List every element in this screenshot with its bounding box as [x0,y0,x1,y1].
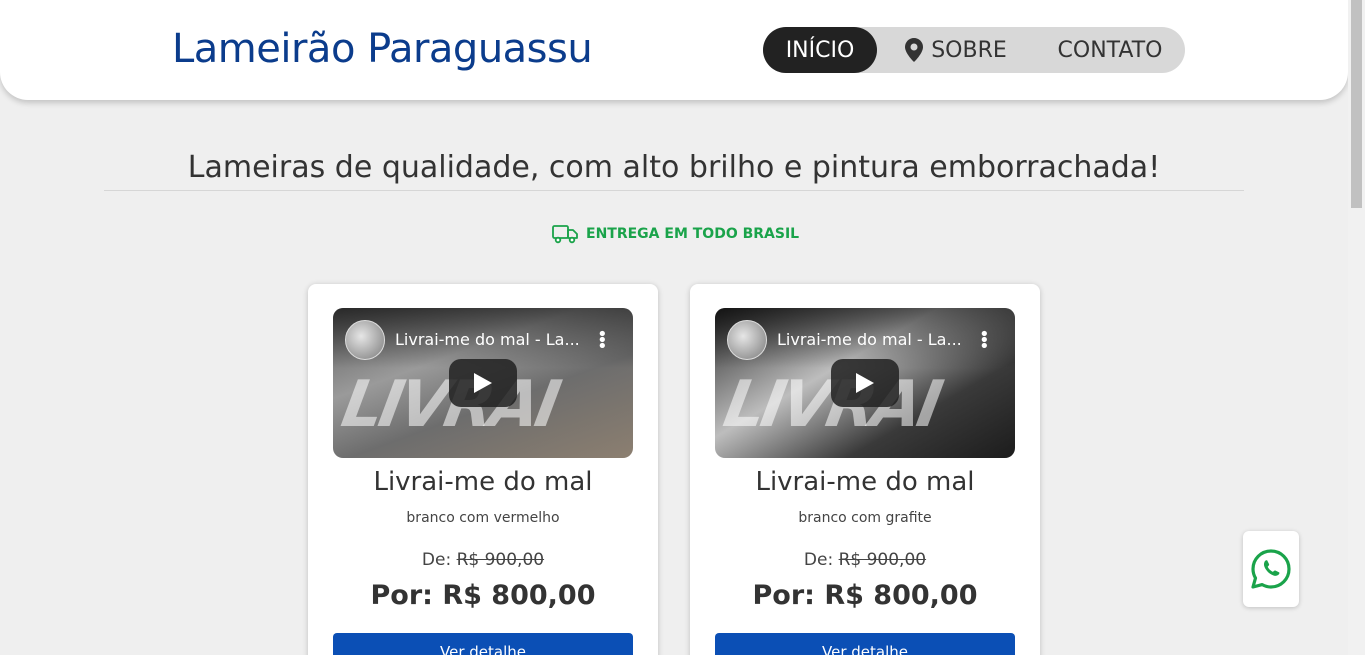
page-tagline: Lameiras de qualidade, com alto brilho e… [187,150,1161,185]
product-subtitle: branco com vermelho [406,510,560,526]
old-price-label: De: [803,550,834,570]
video-embed[interactable]: LIVRAI Livrai-me do mal - La... • • • [333,308,633,458]
product-card: LIVRAI Livrai-me do mal - La... • • • Livr… [690,284,1040,655]
old-price: De: R$ 900,00 [690,550,1040,570]
whatsapp-button[interactable] [1243,531,1299,607]
whatsapp-icon [1251,549,1291,589]
more-vert-icon[interactable]: • • • [597,326,608,356]
delivery-banner: ENTREGA EM TODO BRASIL [552,224,799,244]
video-title[interactable]: Livrai-me do mal - La... [777,330,967,349]
play-icon [856,373,874,393]
nav-item-label: CONTATO [1057,37,1163,63]
product-subtitle: branco com grafite [798,510,932,526]
play-icon [474,373,492,393]
play-button[interactable] [449,359,517,407]
page-scrollbar[interactable] [1348,0,1365,655]
nav-item-label: SOBRE [931,37,1007,63]
nav-item-sobre[interactable]: SOBRE [877,27,1035,73]
main-nav: INÍCIO SOBRE CONTATO [763,27,1185,73]
details-button[interactable]: Ver detalhe [715,633,1015,655]
product-title: Livrai-me do mal [755,467,975,497]
divider [104,190,1244,191]
delivery-text: ENTREGA EM TODO BRASIL [586,226,800,242]
brand-logo-text[interactable]: Lameirão Paraguassu [172,26,593,72]
new-price: Por: R$ 800,00 [752,580,978,611]
old-price-value: R$ 900,00 [838,550,927,570]
old-price-label: De: [421,550,452,570]
product-title: Livrai-me do mal [373,467,593,497]
site-header: Lameirão Paraguassu INÍCIO SOBRE CONTATO [0,0,1348,100]
scrollbar-thumb[interactable] [1351,0,1362,208]
old-price: De: R$ 900,00 [308,550,658,570]
nav-item-contato[interactable]: CONTATO [1035,27,1185,73]
channel-avatar[interactable] [345,320,385,360]
map-pin-icon [905,38,924,62]
nav-item-label: INÍCIO [785,37,855,63]
video-embed[interactable]: LIVRAI Livrai-me do mal - La... • • • [715,308,1015,458]
old-price-value: R$ 900,00 [456,550,545,570]
details-button[interactable]: Ver detalhe [333,633,633,655]
new-price: Por: R$ 800,00 [370,580,596,611]
play-button[interactable] [831,359,899,407]
truck-icon [552,225,578,244]
nav-item-inicio[interactable]: INÍCIO [763,27,877,73]
product-card: LIVRAI Livrai-me do mal - La... • • • Livr… [308,284,658,655]
more-vert-icon[interactable]: • • • [979,326,990,356]
channel-avatar[interactable] [727,320,767,360]
video-title[interactable]: Livrai-me do mal - La... [395,330,585,349]
